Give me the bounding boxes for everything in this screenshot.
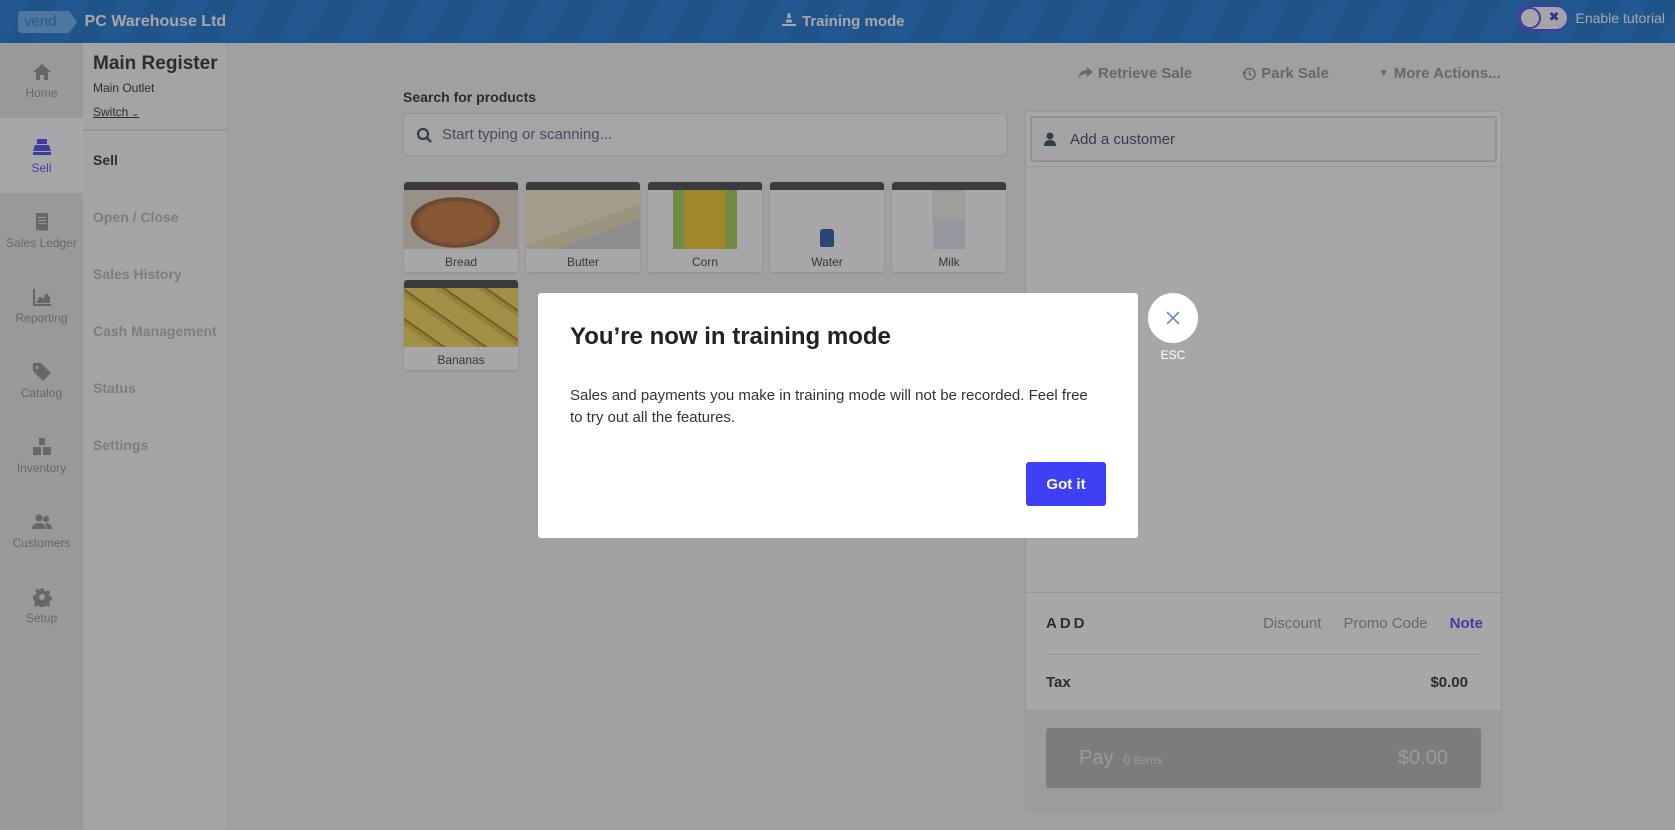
esc-hint: ESC — [1160, 348, 1186, 362]
dialog-title: You’re now in training mode — [570, 323, 891, 350]
close-icon — [1166, 311, 1180, 325]
training-mode-dialog: You’re now in training mode Sales and pa… — [538, 293, 1138, 538]
dialog-body: Sales and payments you make in training … — [570, 387, 1088, 426]
close-dialog-button[interactable] — [1148, 293, 1198, 343]
got-it-button[interactable]: Got it — [1026, 462, 1106, 506]
